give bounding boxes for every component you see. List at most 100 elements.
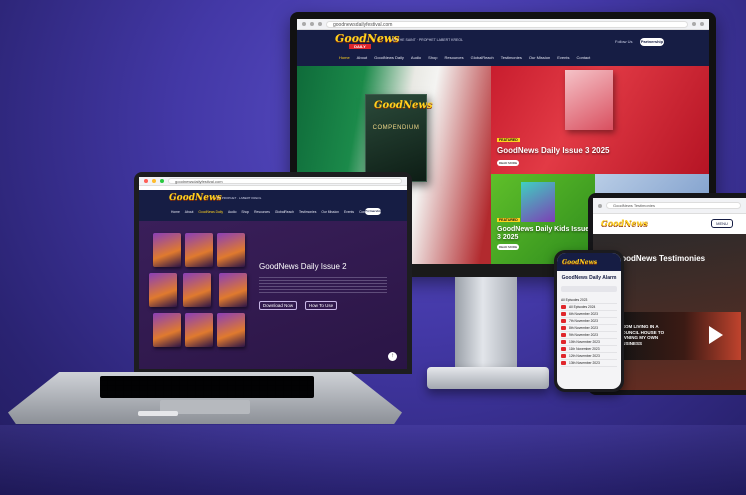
nav-item[interactable]: Our Mission <box>321 210 339 214</box>
nav-item[interactable]: About <box>357 55 367 60</box>
browser-toolbar: goodnewsdailyfestival.com <box>297 19 709 30</box>
nav-item[interactable]: Home <box>171 210 180 214</box>
scroll-up-icon[interactable]: ↑ <box>388 352 397 361</box>
list-item[interactable]: 11th November 2023 <box>561 346 617 353</box>
nav-item[interactable]: Audio <box>411 55 421 60</box>
read-more-button[interactable]: READ MORE <box>497 244 519 250</box>
close-icon[interactable] <box>144 179 148 183</box>
site-header: GoodNews <box>557 253 621 271</box>
kids-title[interactable]: GoodNews Daily Kids Issue 3 2025 <box>497 226 593 242</box>
follow-label: Follow Us <box>615 39 633 44</box>
browser-toolbar: goodnewsdailyfestival.com <box>139 177 407 186</box>
hero-title[interactable]: GoodNews Daily Issue 3 2025 <box>497 146 610 155</box>
site-header: GoodNews MENU <box>593 214 746 234</box>
tagline: BY THE SAINT · PROPHET LABERT KREOL <box>392 38 463 42</box>
issue-cover <box>565 70 613 130</box>
list-item[interactable]: 8th November 2023 <box>561 325 617 332</box>
laptop: goodnewsdailyfestival.com GoodNews BY PR… <box>134 172 412 374</box>
nav-item[interactable]: GlobalReach <box>275 210 294 214</box>
nav-item[interactable]: About <box>185 210 194 214</box>
floor-reflection <box>0 425 746 495</box>
partnership-button[interactable]: Partnership <box>640 38 664 46</box>
site-header: GoodNews BY PROPHET · LABERT KREOL Partn… <box>139 190 407 221</box>
list-item[interactable]: 6th November 2023 <box>561 311 617 318</box>
issue-cover[interactable] <box>153 233 181 267</box>
nav-item[interactable]: Testimonies <box>299 210 316 214</box>
site-logo[interactable]: GoodNews DAILY <box>335 33 399 49</box>
main-nav: Home About GoodNews Daily Audio Shop Res… <box>171 210 370 214</box>
kids-cover <box>521 182 555 222</box>
compendium-cover: GoodNews COMPENDIUM <box>365 94 433 182</box>
monitor-base <box>427 367 549 389</box>
back-icon[interactable] <box>302 22 306 26</box>
smartphone: GoodNews GoodNews Daily Alarm All Episod… <box>554 250 624 392</box>
menu-icon[interactable] <box>700 22 704 26</box>
video-caption: FROM LIVING IN A COUNCIL HOUSE TO OWNING… <box>619 324 665 346</box>
nav-item[interactable]: Events <box>344 210 354 214</box>
site-header: GoodNews DAILY BY THE SAINT · PROPHET LA… <box>297 30 709 66</box>
site-logo[interactable]: GoodNews <box>562 259 597 266</box>
list-item[interactable]: 9th November 2023 <box>561 332 617 339</box>
testimony-video[interactable]: FROM LIVING IN A COUNCIL HOUSE TO OWNING… <box>615 312 741 360</box>
how-to-use-button[interactable]: How To Use <box>305 301 337 310</box>
phone-screen: GoodNews GoodNews Daily Alarm All Episod… <box>557 253 621 389</box>
read-more-button[interactable]: READ MORE <box>497 160 519 166</box>
audio-player[interactable] <box>561 286 617 292</box>
page-title: GoodNews Daily Alarm <box>561 275 617 281</box>
play-icon[interactable] <box>709 326 723 344</box>
hero-issue-panel[interactable]: FEATURED GoodNews Daily Issue 3 2025 REA… <box>491 66 709 174</box>
nav-item[interactable]: Resources <box>445 55 464 60</box>
reload-icon[interactable] <box>318 22 322 26</box>
address-bar[interactable]: goodnewsdailyfestival.com <box>326 20 688 28</box>
nav-item[interactable]: Shop <box>241 210 249 214</box>
description-text <box>259 277 387 293</box>
laptop-notch <box>138 411 178 416</box>
nav-item[interactable]: Audio <box>228 210 236 214</box>
list-item[interactable]: 12th November 2023 <box>561 353 617 360</box>
forward-icon[interactable] <box>310 22 314 26</box>
issue-page: GoodNews Daily Issue 2 Download Now How … <box>139 221 407 369</box>
nav-item[interactable]: GoodNews Daily <box>374 55 404 60</box>
download-button[interactable]: Download Now <box>259 301 297 310</box>
address-bar[interactable]: GoodNews Testimonies <box>606 202 741 209</box>
featured-tag: FEATURED <box>497 218 520 222</box>
issue-cover[interactable] <box>185 313 213 347</box>
minimize-icon[interactable] <box>152 179 156 183</box>
maximize-icon[interactable] <box>160 179 164 183</box>
list-item[interactable]: All Episodes 2023 <box>561 297 617 304</box>
issue-cover[interactable] <box>185 233 213 267</box>
issue-cover[interactable] <box>217 313 245 347</box>
list-item[interactable]: 13th November 2023 <box>561 360 617 367</box>
laptop-keyboard <box>100 376 314 398</box>
laptop-screen: goodnewsdailyfestival.com GoodNews BY PR… <box>139 177 407 369</box>
nav-item[interactable]: Shop <box>428 55 437 60</box>
nav-item[interactable]: GlobalReach <box>471 55 494 60</box>
nav-item[interactable]: Events <box>557 55 569 60</box>
cover-subtitle: COMPENDIUM <box>372 125 420 131</box>
issue-cover[interactable] <box>149 273 177 307</box>
issue-cover[interactable] <box>219 273 247 307</box>
nav-item[interactable]: Contact <box>359 210 370 214</box>
nav-item[interactable]: GoodNews Daily <box>198 210 223 214</box>
tab-icon[interactable] <box>598 203 602 208</box>
list-item[interactable]: 7th November 2023 <box>561 318 617 325</box>
site-logo[interactable]: GoodNews <box>601 218 648 228</box>
browser-toolbar: GoodNews Testimonies <box>593 198 746 214</box>
nav-item[interactable]: Contact <box>576 55 590 60</box>
site-logo[interactable]: GoodNews <box>169 193 222 203</box>
issue-cover[interactable] <box>183 273 211 307</box>
tagline: BY PROPHET · LABERT KREOL <box>217 196 262 200</box>
list-item[interactable]: All Episodes 2024 <box>561 304 617 311</box>
main-nav: Home About GoodNews Daily Audio Shop Res… <box>339 55 590 60</box>
nav-item[interactable]: Resources <box>254 210 270 214</box>
list-item[interactable]: 10th November 2023 <box>561 339 617 346</box>
issue-cover[interactable] <box>217 233 245 267</box>
monitor-stand <box>455 277 517 369</box>
address-bar[interactable]: goodnewsdailyfestival.com <box>168 178 402 184</box>
nav-item[interactable]: Home <box>339 55 350 60</box>
nav-item[interactable]: Testimonies <box>501 55 522 60</box>
extensions-icon[interactable] <box>692 22 696 26</box>
issue-cover[interactable] <box>153 313 181 347</box>
menu-button[interactable]: MENU <box>711 219 733 228</box>
nav-item[interactable]: Our Mission <box>529 55 550 60</box>
